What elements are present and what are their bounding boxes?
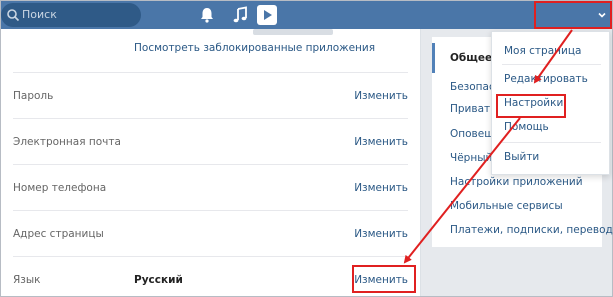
row-label: Пароль [13, 90, 54, 102]
side-menu-payments[interactable]: Платежи, подписки, переводы [450, 224, 613, 236]
dropdown-divider [502, 142, 601, 143]
change-email-link[interactable]: Изменить [354, 136, 408, 148]
profile-menu-button[interactable] [534, 1, 612, 29]
highlight-box-change-language [352, 265, 416, 293]
side-menu-security[interactable]: Безопас [450, 81, 495, 93]
row-label: Язык [13, 274, 41, 286]
settings-row-password: Пароль Изменить [13, 72, 408, 118]
dropdown-divider [502, 64, 601, 65]
blocked-apps-link[interactable]: Посмотреть заблокированные приложения [134, 42, 375, 54]
row-label: Электронная почта [13, 136, 121, 148]
row-label: Адрес страницы [13, 228, 104, 240]
language-value: Русский [134, 274, 183, 286]
top-bar: Поиск [1, 1, 612, 29]
change-password-link[interactable]: Изменить [354, 90, 408, 102]
cut-off-text [253, 29, 333, 35]
chevron-down-icon [598, 12, 606, 18]
side-menu-blacklist[interactable]: Чёрный [450, 152, 492, 164]
side-menu-privacy[interactable]: Приватн [450, 103, 497, 115]
active-indicator [432, 43, 435, 73]
settings-row-language: Язык Русский Изменить [13, 256, 408, 297]
dropdown-help[interactable]: Помощь [504, 121, 549, 133]
settings-row-email: Электронная почта Изменить [13, 118, 408, 164]
bell-icon[interactable] [198, 6, 216, 24]
settings-card: Посмотреть заблокированные приложения Па… [1, 29, 421, 296]
settings-row-phone: Номер телефона Изменить [13, 164, 408, 210]
music-note-icon[interactable] [231, 6, 249, 24]
search-box[interactable]: Поиск [1, 3, 141, 27]
side-menu-mobile-services[interactable]: Мобильные сервисы [450, 200, 563, 212]
side-menu-general[interactable]: Общее [450, 52, 492, 64]
search-icon [7, 9, 20, 22]
dropdown-edit[interactable]: Редактировать [504, 73, 588, 85]
row-label: Номер телефона [13, 182, 107, 194]
dropdown-logout[interactable]: Выйти [504, 151, 539, 163]
change-phone-link[interactable]: Изменить [354, 182, 408, 194]
change-address-link[interactable]: Изменить [354, 228, 408, 240]
side-menu-app-settings[interactable]: Настройки приложений [450, 176, 583, 188]
video-play-icon[interactable] [257, 5, 277, 25]
search-placeholder: Поиск [22, 8, 57, 21]
highlight-box-settings [496, 94, 566, 118]
settings-row-page-address: Адрес страницы Изменить [13, 210, 408, 256]
dropdown-my-page[interactable]: Моя страница [504, 45, 581, 57]
